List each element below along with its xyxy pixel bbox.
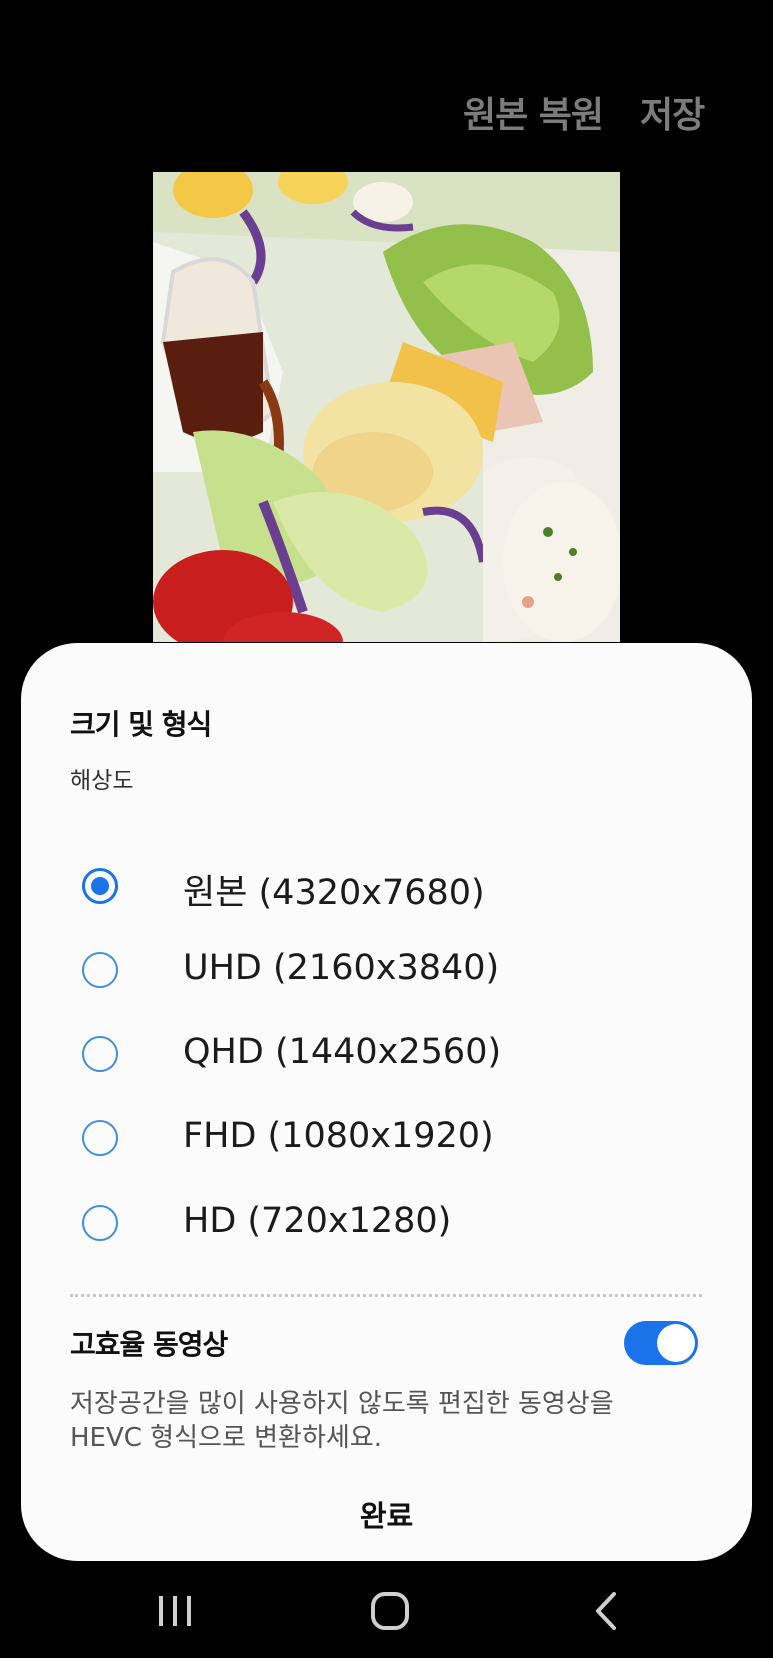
navigation-bar — [0, 1566, 773, 1658]
resolution-option-hd[interactable]: HD (720x1280) — [21, 1183, 752, 1267]
hevc-description: 저장공간을 많이 사용하지 않도록 편집한 동영상을 HEVC 형식으로 변환하… — [70, 1389, 614, 1453]
radio-button[interactable] — [82, 1205, 118, 1241]
resolution-option-qhd[interactable]: QHD (1440x2560) — [21, 1014, 752, 1098]
resolution-option-original[interactable]: 원본 (4320x7680) — [21, 846, 752, 930]
option-label: 원본 (4320x7680) — [183, 873, 485, 913]
resolution-option-uhd[interactable]: UHD (2160x3840) — [21, 930, 752, 1014]
revert-button[interactable]: 원본 복원 — [463, 86, 604, 138]
option-label: HD (720x1280) — [183, 1201, 452, 1241]
resolution-label: 해상도 — [70, 768, 134, 794]
hevc-title: 고효율 동영상 — [70, 1328, 228, 1361]
recent-apps-icon[interactable] — [150, 1586, 200, 1636]
radio-button[interactable] — [82, 1036, 118, 1072]
option-label: FHD (1080x1920) — [183, 1116, 494, 1156]
toggle-knob — [657, 1324, 695, 1362]
option-label: UHD (2160x3840) — [183, 948, 500, 988]
done-button[interactable]: 완료 — [21, 1493, 752, 1535]
back-icon[interactable] — [582, 1586, 632, 1636]
radio-button-selected[interactable] — [82, 868, 118, 904]
video-preview[interactable] — [153, 172, 620, 642]
sheet-title: 크기 및 형식 — [70, 708, 212, 741]
radio-button[interactable] — [82, 952, 118, 988]
option-label: QHD (1440x2560) — [183, 1032, 502, 1072]
save-button[interactable]: 저장 — [640, 86, 705, 138]
resolution-option-fhd[interactable]: FHD (1080x1920) — [21, 1098, 752, 1182]
radio-button[interactable] — [82, 1120, 118, 1156]
home-icon[interactable] — [365, 1586, 415, 1636]
size-format-sheet: 크기 및 형식 해상도 원본 (4320x7680) UHD (2160x384… — [21, 643, 752, 1561]
hevc-toggle[interactable] — [624, 1321, 698, 1365]
salad-image — [153, 172, 620, 642]
top-bar: 원본 복원 저장 — [0, 0, 773, 160]
divider — [70, 1294, 702, 1297]
